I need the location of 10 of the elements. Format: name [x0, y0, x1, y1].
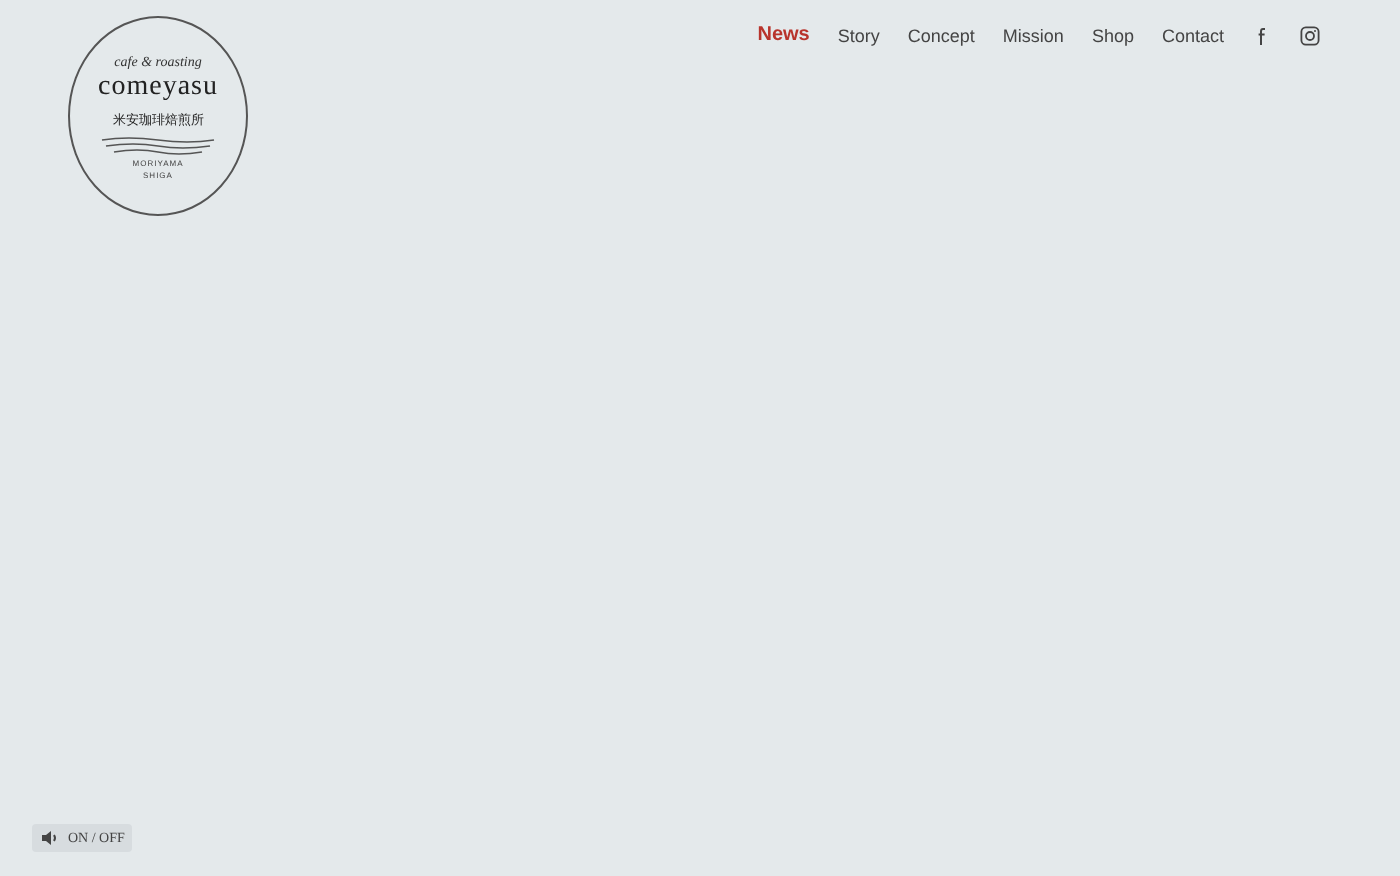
waves-icon	[98, 135, 218, 155]
nav-link[interactable]: Contact	[1161, 25, 1224, 45]
speaker-icon	[40, 828, 60, 848]
logo-name: comeyasu	[98, 71, 218, 103]
nav-link[interactable]: Mission	[1002, 25, 1064, 45]
instagram-icon[interactable]	[1300, 25, 1320, 45]
nav-link[interactable]: Concept	[907, 25, 975, 45]
nav-link[interactable]: News	[757, 24, 810, 46]
nav-link[interactable]: Story	[837, 25, 880, 45]
nav-link[interactable]: Shop	[1091, 25, 1134, 45]
